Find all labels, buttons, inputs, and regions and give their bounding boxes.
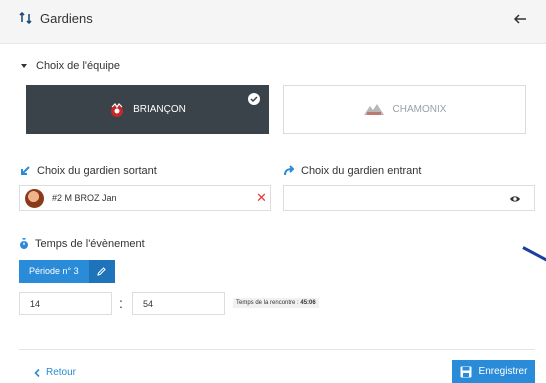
footer-divider <box>19 349 535 350</box>
page-title: Gardiens <box>40 11 93 26</box>
goalie-out-select[interactable]: #2 M BROZ Jan ✕ <box>19 185 271 211</box>
check-icon <box>248 93 260 105</box>
caret-down-icon <box>21 64 27 68</box>
chevron-left-icon <box>34 368 40 377</box>
swap-icon <box>19 11 32 25</box>
time-separator: : <box>119 295 123 311</box>
floppy-disk-icon <box>460 366 472 377</box>
event-time-label-row: Temps de l'évènement <box>19 238 145 250</box>
goalie-out-value: #2 M BROZ Jan <box>52 193 117 203</box>
edit-period-button[interactable] <box>88 260 115 283</box>
period-control: Période n° 3 <box>19 260 115 283</box>
team-name-briancon: BRIANÇON <box>133 104 186 115</box>
period-button[interactable]: Période n° 3 <box>19 260 89 283</box>
goalie-in-select[interactable] <box>283 185 535 211</box>
goalie-in-label-row: Choix du gardien entrant <box>283 165 421 177</box>
goalie-out-label-row: Choix du gardien sortant <box>19 165 157 177</box>
goalie-in-label: Choix du gardien entrant <box>301 165 422 177</box>
match-time-badge: Temps de la rencontre : 45:06 <box>233 298 319 308</box>
event-time-label: Temps de l'évènement <box>35 238 145 250</box>
arrow-forward-icon <box>284 165 295 176</box>
match-time-value: 45:06 <box>300 300 316 306</box>
minutes-input[interactable]: 14 <box>19 292 112 315</box>
match-time-label: Temps de la rencontre : <box>236 300 299 306</box>
stopwatch-icon <box>20 238 28 249</box>
team-card-chamonix[interactable]: CHAMONIX <box>283 85 526 134</box>
team-name-chamonix: CHAMONIX <box>392 104 447 115</box>
arrow-down-left-icon <box>21 166 30 175</box>
team-section-label: Choix de l'équipe <box>36 60 121 72</box>
close-icon[interactable]: ✕ <box>256 191 267 204</box>
player-avatar <box>25 189 44 208</box>
chamonix-logo-icon <box>363 103 384 115</box>
decorative-stroke <box>522 246 546 262</box>
top-bar: Gardiens <box>0 0 546 44</box>
briancon-logo-icon <box>111 102 124 117</box>
back-arrow-icon[interactable] <box>513 12 527 26</box>
goalie-out-label: Choix du gardien sortant <box>37 165 157 177</box>
team-card-briancon[interactable]: BRIANÇON <box>26 85 269 134</box>
eye-icon[interactable] <box>509 193 521 205</box>
save-button[interactable]: Enregistrer <box>452 360 535 383</box>
back-button-label: Retour <box>46 367 77 378</box>
team-section-toggle[interactable]: Choix de l'équipe <box>21 60 120 72</box>
save-button-label: Enregistrer <box>478 366 528 377</box>
seconds-input[interactable]: 54 <box>132 292 225 315</box>
back-button[interactable]: Retour <box>34 367 76 378</box>
pencil-icon <box>97 267 106 276</box>
